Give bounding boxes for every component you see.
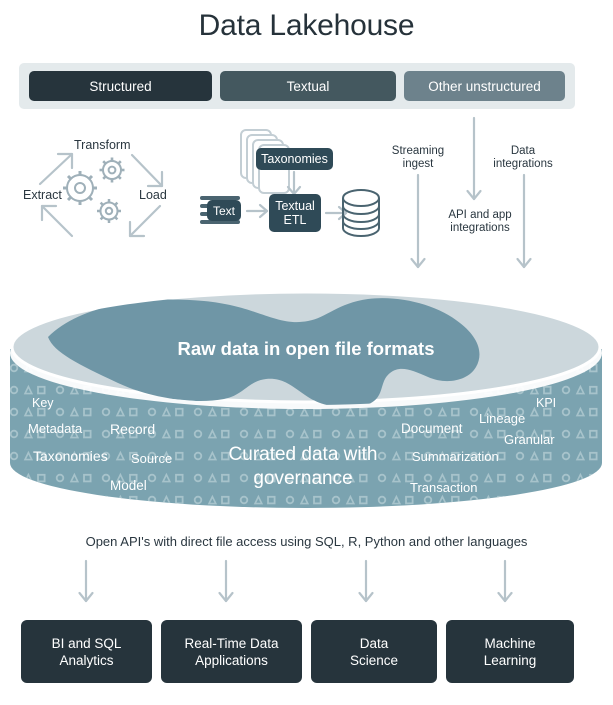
lake-tag: Key [32,396,54,410]
data-integrations-label-line1: Data [510,145,536,157]
lake-svg: Raw data in open file formats [10,290,602,508]
diagram-canvas: Data Lakehouse Structured Textual Other … [0,0,613,705]
output-box-real-time-data-applications[interactable]: Real-Time Data Applications [161,620,302,683]
database-icon [342,189,380,237]
lake-tag: Transaction [410,480,478,495]
etl-label-extract: Extract [23,188,62,202]
lake-tag: Source [131,451,173,466]
textual-etl-label-line1: Textual [275,199,315,213]
lake-tag: Taxonomies [33,448,108,464]
text-chip[interactable]: Text [207,200,241,221]
lake-top-label: Raw data in open file formats [178,338,435,359]
output-box-0-line1: BI and SQL [51,635,122,651]
output-box-bi-and-sql-analytics[interactable]: BI and SQL Analytics [21,620,152,683]
source-pill-textual-label: Textual [286,78,330,94]
data-lake-cylinder: Raw data in open file formats Curated da… [8,290,605,527]
lake-tag: Model [110,478,147,493]
open-api-note: Open API's with direct file access using… [85,534,528,549]
textual-etl-chip[interactable]: Textual ETL [269,194,321,232]
taxonomies-label: Taxonomies [261,152,328,166]
output-box-1-line2: Applications [195,652,268,668]
streaming-ingest-arrow [410,173,426,269]
streaming-ingest-label-line1: Streaming [391,145,445,157]
text-to-etl-arrow [245,203,269,219]
output-arrow-4 [497,559,513,603]
etl-label-load: Load [139,188,167,202]
source-types-bar: Structured Textual Other unstructured [19,63,575,109]
page-title: Data Lakehouse [198,9,415,42]
taxonomies-chip[interactable]: Taxonomies [256,148,333,170]
output-box-3-line2: Learning [483,652,537,668]
textual-etl-label-line2: ETL [283,213,307,227]
output-box-0-line2: Analytics [59,652,114,668]
streaming-ingest-label-line2: ingest [402,158,434,170]
data-integrations-label-line2: integrations [493,158,553,170]
output-arrow-2 [218,559,234,603]
source-pill-other-unstructured[interactable]: Other unstructured [404,71,565,101]
curated-data-label-line1: Curated data with [228,444,378,465]
text-chip-label: Text [212,203,235,218]
source-pill-other-unstructured-label: Other unstructured [428,78,541,94]
output-box-2-line2: Science [349,652,399,668]
output-box-data-science[interactable]: Data Science [311,620,437,683]
api-integrations-inflow-arrow [466,116,482,201]
lake-tag: Granular [504,432,555,447]
lake-tag: Summarization [412,449,499,464]
source-pill-structured[interactable]: Structured [29,71,212,101]
api-integrations-label-line2: integrations [450,222,510,234]
lake-tag: KPI [536,396,557,410]
output-box-1-line1: Real-Time Data [184,635,279,651]
data-integrations-arrow [516,173,532,269]
source-pill-textual[interactable]: Textual [220,71,396,101]
curated-data-label-line2: governance [253,468,353,489]
api-integrations-label-line1: API and app [448,209,512,221]
curated-data-label: Curated data with governance [178,443,428,491]
output-box-3-line1: Machine [484,635,536,651]
lake-tag: Lineage [479,411,526,426]
lake-tag: Document [401,421,463,436]
output-arrow-3 [358,559,374,603]
lake-tag: Metadata [28,421,83,436]
output-arrow-1 [78,559,94,603]
source-pill-structured-label: Structured [89,78,152,94]
etl-label-transform: Transform [74,138,131,152]
lake-tag: Record [110,421,156,437]
output-box-machine-learning[interactable]: Machine Learning [446,620,574,683]
output-box-2-line1: Data [359,635,389,651]
